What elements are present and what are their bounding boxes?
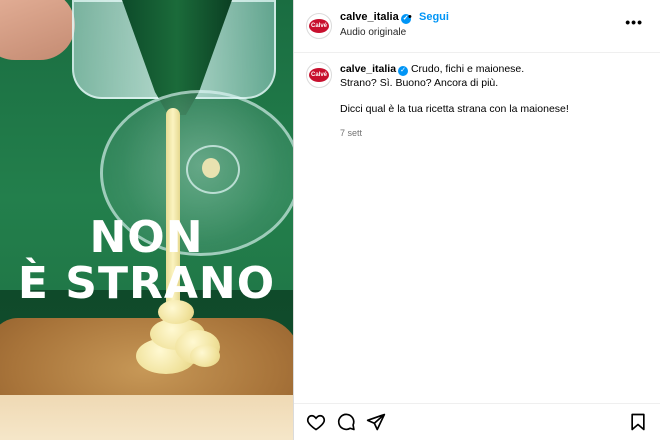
- media-overlay-title-line2: È STRANO: [17, 258, 276, 309]
- toast-crust-image: [0, 395, 293, 440]
- instagram-post: NON È STRANO Calvé calve_italia ✓ • Segui…: [0, 0, 660, 440]
- media-overlay-title-line1: NON: [89, 212, 204, 263]
- more-horizontal-icon[interactable]: •••: [625, 14, 643, 30]
- header-username-text[interactable]: calve_italia: [340, 11, 399, 23]
- brand-logo: Calvé: [309, 19, 329, 33]
- bookmark-icon[interactable]: [628, 412, 648, 432]
- caption-body: calve_italia ✓ Crudo, fichi e maionese. S…: [340, 62, 650, 140]
- mayo-blob-5: [190, 345, 220, 367]
- caption-brand-logo: Calvé: [309, 68, 329, 82]
- header-separator: •: [408, 11, 412, 23]
- comment-icon[interactable]: [336, 412, 356, 432]
- caption-username[interactable]: calve_italia: [340, 63, 396, 75]
- heart-icon[interactable]: [306, 412, 326, 432]
- share-icon[interactable]: [366, 412, 386, 432]
- post-actions-bar: [294, 403, 660, 441]
- caption-line3: Dicci qual è la tua ricetta strana con l…: [340, 103, 569, 115]
- audio-label[interactable]: Audio originale: [340, 27, 406, 38]
- mayo-drop-image: [202, 158, 220, 178]
- post-media[interactable]: NON È STRANO: [0, 0, 293, 440]
- caption-line1: Crudo, fichi e maionese.: [410, 63, 525, 75]
- caption-line2: Strano? Sì. Buono? Ancora di più.: [340, 77, 499, 89]
- avatar[interactable]: Calvé: [306, 13, 332, 39]
- post-header: Calvé calve_italia ✓ • Segui Audio origin…: [294, 0, 660, 53]
- caption-timestamp[interactable]: 7 sett: [340, 126, 650, 140]
- follow-button[interactable]: Segui: [419, 11, 449, 23]
- caption-verified-badge-icon: ✓: [398, 66, 409, 76]
- caption-avatar[interactable]: Calvé: [306, 62, 332, 88]
- header-username[interactable]: calve_italia ✓: [340, 11, 411, 24]
- post-side-panel: Calvé calve_italia ✓ • Segui Audio origin…: [293, 0, 660, 440]
